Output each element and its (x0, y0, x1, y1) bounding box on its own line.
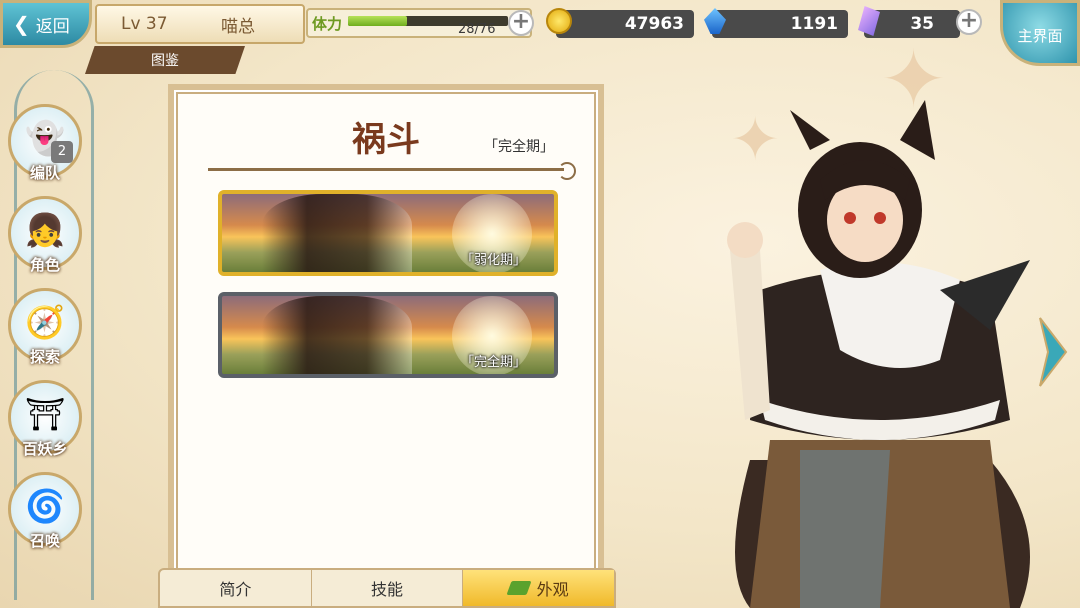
tab-intro[interactable]: 简介 (160, 570, 312, 606)
character-portrait (262, 194, 412, 272)
soul-value: 1191 (790, 14, 838, 34)
nav-character-label: 角色 (29, 256, 61, 274)
tab-intro-label: 简介 (219, 580, 252, 599)
gold-coin-icon (546, 8, 572, 34)
stamina-fill (348, 16, 407, 26)
back-button-label: 返回 (35, 16, 70, 37)
appearance-card-complete[interactable]: 「完全期」 (218, 292, 558, 378)
title-divider (208, 162, 576, 180)
detail-tabs: 简介 技能 外观 (158, 568, 616, 608)
nav-village-label: 百妖乡 (22, 440, 68, 458)
nav-explore-label: 探索 (29, 348, 61, 366)
nav-character[interactable]: 👧 角色 (8, 196, 82, 274)
village-icon: ⛩ (24, 395, 66, 434)
nav-team[interactable]: 👻 2 编队 (8, 104, 82, 182)
page-title: 图鉴 (85, 46, 245, 74)
back-arrow-icon: ❮ (13, 12, 30, 36)
player-info: Lv 37 喵总 (95, 4, 305, 44)
player-name: 喵总 (221, 16, 255, 37)
explore-icon: 🧭 (25, 303, 65, 342)
add-stamina-button[interactable]: + (508, 10, 534, 36)
character-illustration (727, 100, 1030, 608)
appearance-caption: 「弱化期」 (460, 253, 526, 268)
appearance-caption: 「完全期」 (460, 355, 526, 370)
character-icon: 👧 (25, 211, 65, 250)
character-portrait (262, 296, 412, 374)
leaf-icon (506, 581, 532, 595)
nav-explore[interactable]: 🧭 探索 (8, 288, 82, 366)
crystal-value: 35 (910, 14, 934, 34)
player-level: Lv 37 (121, 14, 168, 34)
tab-skills[interactable]: 技能 (312, 570, 464, 606)
gold-value: 47963 (624, 14, 684, 34)
home-button[interactable]: 主界面 (1000, 0, 1080, 66)
team-badge: 2 (51, 141, 73, 163)
soul-counter: 1191 (712, 10, 848, 38)
character-state: 「完全期」 (484, 139, 554, 155)
stamina-label: 体力 (312, 15, 343, 33)
tab-appearance[interactable]: 外观 (463, 570, 615, 606)
summon-icon: 🌀 (25, 487, 65, 526)
appearance-card-weakened[interactable]: 「弱化期」 (218, 190, 558, 276)
nav-village[interactable]: ⛩ 百妖乡 (8, 380, 82, 458)
back-button[interactable]: ❮ 返回 (0, 0, 92, 48)
tab-appearance-label: 外观 (536, 580, 569, 599)
stamina-value: 28/76 (458, 22, 496, 37)
stamina-bar: 体力 28/76 (306, 8, 532, 38)
nav-team-label: 编队 (29, 164, 61, 182)
nav-summon[interactable]: 🌀 召唤 (8, 472, 82, 550)
home-button-label: 主界面 (1017, 26, 1063, 45)
gold-counter: 47963 (556, 10, 694, 38)
add-crystal-button[interactable]: + (956, 9, 982, 35)
tab-skills-label: 技能 (371, 580, 404, 599)
nav-summon-label: 召唤 (29, 532, 61, 550)
next-arrow-icon[interactable] (1036, 312, 1070, 392)
codex-panel: 祸斗 「完全期」 「弱化期」 「完全期」 (168, 84, 604, 608)
